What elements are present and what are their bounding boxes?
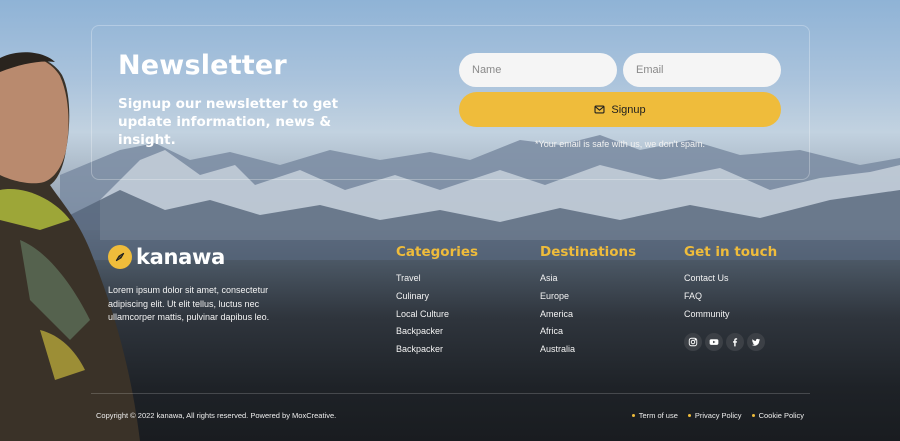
link-backpacker[interactable]: Backpacker [396,325,478,343]
link-faq[interactable]: FAQ [684,290,777,308]
name-field[interactable] [459,53,617,87]
categories-heading: Categories [396,244,479,260]
youtube-icon[interactable] [705,333,723,351]
link-contact-us[interactable]: Contact Us [684,272,777,290]
link-cookie-policy[interactable]: Cookie Policy [751,411,804,420]
link-local-culture[interactable]: Local Culture [396,308,478,326]
instagram-icon[interactable] [684,333,702,351]
signup-button[interactable]: Signup [459,92,781,127]
brand-name: kanawa [136,245,226,269]
link-africa[interactable]: Africa [540,325,636,343]
link-america[interactable]: America [540,308,636,326]
footer-divider [91,393,810,394]
link-term-of-use[interactable]: Term of use [631,411,678,420]
destinations-heading: Destinations [540,244,637,260]
newsletter-subtitle: Signup our newsletter to get update info… [118,96,339,148]
link-europe[interactable]: Europe [540,290,636,308]
link-backpacker-2[interactable]: Backpacker [396,343,478,361]
link-culinary[interactable]: Culinary [396,290,478,308]
link-australia[interactable]: Australia [540,343,636,361]
link-community[interactable]: Community [684,308,777,326]
bullet-dot [751,414,755,417]
link-travel[interactable]: Travel [396,272,478,290]
bullet-dot [631,414,635,417]
contact-column: Get in touch Contact Us FAQ Community [684,244,777,325]
link-privacy-policy[interactable]: Privacy Policy [687,411,742,420]
categories-column: Categories Travel Culinary Local Culture… [396,244,478,361]
legal-links: Term of use Privacy Policy Cookie Policy [631,411,804,420]
destinations-column: Destinations Asia Europe America Africa … [540,244,636,361]
twitter-icon[interactable] [747,333,765,351]
newsletter-title: Newsletter [118,50,287,81]
signup-label: Signup [611,103,646,116]
envelope-icon [594,105,605,114]
social-links [684,333,765,351]
facebook-icon[interactable] [726,333,744,351]
email-field[interactable] [623,53,781,87]
spam-note: *Your email is safe with us, we don't sp… [535,139,705,149]
brand-about: Lorem ipsum dolor sit amet, consectetur … [108,285,270,322]
contact-heading: Get in touch [684,244,778,260]
link-asia[interactable]: Asia [540,272,636,290]
brand-logo[interactable]: kanawa [108,245,225,269]
bullet-dot [687,414,691,417]
copyright: Copyright © 2022 kanawa, All rights rese… [96,411,337,420]
compass-icon [108,245,132,269]
